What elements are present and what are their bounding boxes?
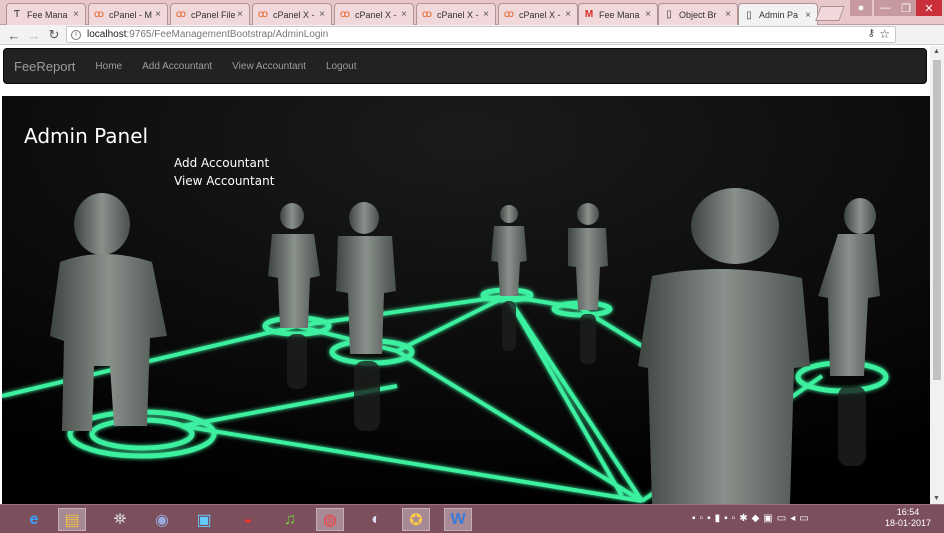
eclipse-icon[interactable]: ◐ [362, 508, 390, 531]
cpanel-icon: ꝏ [421, 9, 433, 20]
scrollbar-thumb[interactable] [933, 60, 941, 380]
word-icon[interactable]: W [444, 508, 472, 531]
browser-tab[interactable]: ꝏ cPanel X - × [252, 3, 332, 25]
browser-tab[interactable]: ꝏ cPanel X - × [498, 3, 578, 25]
satellite-icon[interactable]: ⛯ [106, 508, 134, 531]
add-accountant-link[interactable]: Add Accountant [174, 156, 269, 170]
url-path: :9765/FeeManagementBootstrap/AdminLogin [126, 29, 329, 40]
clock-date: 18-01-2017 [884, 518, 932, 528]
close-tab-icon[interactable]: × [803, 10, 813, 21]
browser-tabstrip: Ƭ Fee Mana × ꝏ cPanel - M × ꝏ cPanel File × ꝏc… [0, 0, 944, 26]
media-icon[interactable]: ◉ [148, 508, 176, 531]
ie-icon[interactable]: e [20, 508, 48, 531]
close-tab-icon[interactable]: × [235, 9, 245, 20]
browser-tab[interactable]: ꝏ cPanel X - × [334, 3, 414, 25]
close-tab-icon[interactable]: × [481, 9, 491, 20]
back-arrow-icon[interactable]: ← [6, 27, 22, 43]
close-tab-icon[interactable]: × [153, 9, 163, 20]
browser-tab[interactable]: ꝏ cPanel File × [170, 3, 250, 25]
chrome-icon[interactable]: ◍ [316, 508, 344, 531]
cpanel-icon: ꝏ [503, 9, 515, 20]
browser-tab-active[interactable]: ▯ Admin Pa × [738, 3, 818, 26]
scroll-up-icon[interactable]: ▲ [933, 48, 940, 55]
cpanel-icon: ꝏ [257, 9, 269, 20]
close-tab-icon[interactable]: × [643, 9, 653, 20]
url-host: localhost [87, 29, 127, 40]
site-navbar: FeeReport Home Add Accountant View Accou… [3, 48, 927, 84]
nav-logout[interactable]: Logout [326, 61, 357, 72]
scroll-down-icon[interactable]: ▼ [933, 495, 940, 502]
info-icon[interactable]: i [71, 29, 81, 40]
explorer-icon[interactable]: ▤ [58, 508, 86, 531]
close-tab-icon[interactable]: × [723, 9, 733, 20]
game-icon[interactable]: ✪ [402, 508, 430, 531]
cpanel-icon: ꝏ [339, 9, 351, 20]
browser-tab[interactable]: ▯ Object Br × [658, 3, 738, 25]
window-close-icon[interactable]: ✕ [916, 0, 942, 16]
film-icon[interactable]: ▣ [190, 508, 218, 531]
system-tray[interactable]: ▪▫▪▮▪▫✱◆▣▭◂▭ [692, 513, 813, 524]
music-icon[interactable]: ♫ [276, 508, 304, 531]
cpanel-icon: ꝏ [175, 9, 187, 20]
minimize-icon[interactable]: — [874, 0, 896, 16]
gmail-icon: M [584, 9, 594, 20]
mail-icon[interactable]: ◒ [234, 508, 262, 531]
close-tab-icon[interactable]: × [399, 9, 409, 20]
browser-tab[interactable]: Ƭ Fee Mana × [6, 3, 86, 25]
key-icon[interactable]: ⚷ [868, 28, 875, 39]
close-tab-icon[interactable]: × [317, 9, 327, 20]
navbar-brand[interactable]: FeeReport [14, 59, 75, 74]
nav-add-accountant[interactable]: Add Accountant [142, 61, 212, 72]
system-clock[interactable]: 16:54 18-01-2017 [880, 507, 936, 529]
page-icon: ▯ [666, 9, 672, 20]
nav-view-accountant[interactable]: View Accountant [232, 61, 306, 72]
browser-tab[interactable]: ꝏ cPanel X - × [416, 3, 496, 25]
network-people-illustration [2, 96, 930, 504]
browser-tab[interactable]: M Fee Mana × [578, 3, 658, 25]
forward-arrow-icon[interactable]: → [26, 27, 42, 43]
nav-home[interactable]: Home [95, 61, 122, 72]
page-scrollbar[interactable]: ▲ ▼ [930, 46, 944, 504]
close-tab-icon[interactable]: × [71, 9, 81, 20]
clock-time: 16:54 [896, 507, 920, 517]
page-title: Admin Panel [24, 124, 149, 148]
restore-icon[interactable]: ❐ [896, 0, 916, 16]
cpanel-icon: ꝏ [93, 9, 105, 20]
address-bar[interactable]: i localhost:9765/FeeManagementBootstrap/… [66, 26, 896, 43]
user-profile-icon[interactable]: ● [850, 0, 872, 16]
address-toolbar: ← → ↻ i localhost:9765/FeeManagementBoot… [0, 25, 944, 67]
browser-tab[interactable]: ꝏ cPanel - M × [88, 3, 168, 25]
close-tab-icon[interactable]: × [563, 9, 573, 20]
view-accountant-link[interactable]: View Accountant [174, 174, 274, 188]
hero-banner: Admin Panel Add Accountant View Accounta… [2, 96, 930, 504]
page-viewport: FeeReport Home Add Accountant View Accou… [0, 46, 930, 504]
new-tab-button[interactable] [815, 6, 845, 21]
text-icon: Ƭ [13, 9, 21, 20]
page-icon: ▯ [746, 9, 752, 21]
reload-icon[interactable]: ↻ [46, 27, 62, 43]
bookmark-star-icon[interactable]: ☆ [879, 27, 890, 41]
windows-taskbar: e ▤ ⛯ ◉ ▣ ◒ ♫ ◍ ◐ ✪ W ▪▫▪▮▪▫✱◆▣▭◂▭ 16:54… [0, 504, 944, 533]
